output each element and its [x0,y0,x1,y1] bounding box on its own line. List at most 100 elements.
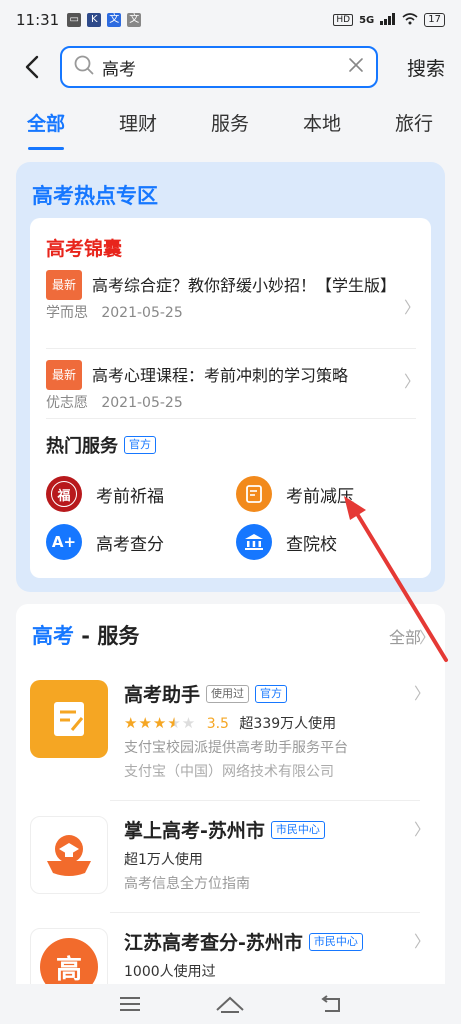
tab-finance[interactable]: 理财 [92,104,184,150]
battery-icon: 17 [424,13,445,27]
used-badge: 使用过 [206,684,250,703]
app-info: 高考助手 使用过 官方 ★★★★★ 3.5 超339万人使用 支付宝校园派提供高… [124,680,424,781]
divider [46,348,416,349]
search-box[interactable] [60,46,378,88]
search-button[interactable]: 搜索 [407,54,445,81]
tips-title: 高考锦囊 [46,238,123,260]
service-label: 考前祈福 [96,486,164,507]
back-button[interactable] [12,47,52,87]
exam-assistant-icon [30,680,108,758]
menu-button[interactable] [115,992,145,1016]
app-name: 掌上高考-苏州市 [124,820,265,842]
hot-services-header: 热门服务 官方 [46,432,156,458]
gaokao-hot-zone: 高考热点专区 高考锦囊 最新 高考综合症？教你舒缓小妙招！【学生版】 学而思 20… [16,162,445,592]
chevron-right-icon: 〉 [403,372,420,391]
signal-icon [380,12,396,28]
divider [110,912,420,913]
news-item[interactable]: 最新 高考综合症？教你舒缓小妙招！【学生版】 学而思 2021-05-25 〉 [46,270,420,322]
news-meta: 学而思 2021-05-25 [46,302,416,322]
app-description: 支付宝校园派提供高考助手服务平台 [124,740,348,756]
usage-count: 超339万人使用 [239,716,337,732]
message-icon: ▭ [67,13,82,27]
news-item[interactable]: 最新 高考心理课程：考前冲刺的学习策略 优志愿 2021-05-25 〉 [46,360,420,412]
app-info: 掌上高考-苏州市 市民中心 超1万人使用 高考信息全方位指南 [124,816,424,893]
search-icon [74,55,94,79]
citizen-center-badge: 市民中心 [308,932,363,951]
rating-value: 3.5 [206,716,229,732]
divider [46,418,416,419]
wifi-icon [402,12,418,28]
app-k-icon: K [87,13,102,27]
app-info: 江苏高考查分-苏州市 市民中心 1000人使用过 [124,928,424,981]
services-panel: 高考 - 服务 全部 〉 高考助手 使用过 官方 ★★★★★ 3.5 超339万… [16,604,445,984]
back-nav-button[interactable] [316,992,346,1016]
chevron-right-icon: 〉 [413,932,430,951]
menu-icon [120,997,141,1011]
status-bar: 11:31 ▭ K 文 文 HD 5G 17 [0,0,461,40]
fortune-icon: 福 [46,476,82,512]
chevron-left-icon [25,55,39,79]
news-source: 优志愿 [46,395,88,411]
app-name-line: 高考助手 使用过 官方 [124,680,424,707]
news-title: 高考心理课程：考前冲刺的学习策略 [92,366,349,385]
app-rating-line: ★★★★★ 3.5 超339万人使用 [124,713,424,733]
news-title-line: 最新 高考综合症？教你舒缓小妙招！【学生版】 [46,270,416,300]
citizen-center-badge: 市民中心 [270,820,325,839]
service-fortune[interactable]: 福 考前祈福 [46,476,164,512]
news-title-line: 最新 高考心理课程：考前冲刺的学习策略 [46,360,416,390]
chevron-right-icon: 〉 [403,298,420,317]
text-icon: 文 [127,13,142,27]
official-badge: 官方 [255,684,288,703]
service-university-check[interactable]: 查院校 [236,524,337,560]
service-score-check[interactable]: A+ 高考查分 [46,524,164,560]
divider [110,800,420,801]
translate-icon: 文 [107,13,122,27]
status-time: 11:31 [16,11,60,29]
network-label: 5G [359,14,375,26]
view-all-link[interactable]: 全部 [389,624,421,648]
app-name: 高考助手 [124,684,201,706]
panel-title: 高考 - 服务 [32,620,139,650]
search-row: 搜索 [0,44,461,90]
app-name-line: 江苏高考查分-苏州市 市民中心 [124,928,424,955]
news-meta: 优志愿 2021-05-25 [46,392,416,412]
hot-zone-card: 高考锦囊 最新 高考综合症？教你舒缓小妙招！【学生版】 学而思 2021-05-2… [30,218,431,578]
home-button[interactable] [215,992,245,1016]
home-icon [216,996,245,1013]
hd-icon: HD [333,14,354,26]
news-tag: 最新 [46,270,83,300]
graduation-cap-icon [30,816,108,894]
tab-local[interactable]: 本地 [276,104,368,150]
chevron-right-icon: 〉 [413,820,430,839]
search-input[interactable] [102,57,348,77]
university-icon [236,524,272,560]
app-provider: 支付宝（中国）网络技术有限公司 [124,764,334,780]
service-app-item[interactable]: 掌上高考-苏州市 市民中心 超1万人使用 高考信息全方位指南 〉 [30,816,430,906]
app-description: 高考信息全方位指南 [124,876,250,892]
system-nav-bar [0,984,461,1024]
hot-services-title: 热门服务 [46,436,118,457]
tab-services[interactable]: 服务 [184,104,276,150]
score-icon: A+ [46,524,82,560]
usage-count: 1000人使用过 [124,964,216,980]
tab-all[interactable]: 全部 [0,104,92,150]
panel-title-rest: - 服务 [74,624,140,648]
panel-title-keyword: 高考 [32,624,74,648]
hot-zone-title: 高考热点专区 [32,184,158,208]
official-badge: 官方 [124,436,156,454]
service-label: 查院校 [286,534,337,555]
exam-score-icon: 高 [30,928,108,984]
note-icon [236,476,272,512]
app-name: 江苏高考查分-苏州市 [124,932,303,954]
back-nav-icon [321,995,340,1012]
clear-icon[interactable] [348,57,364,77]
news-date: 2021-05-25 [101,395,183,411]
rating-stars: ★★★★★ [124,714,197,732]
tab-travel[interactable]: 旅行 [368,104,460,150]
service-app-item[interactable]: 高 江苏高考查分-苏州市 市民中心 1000人使用过 〉 [30,928,430,984]
service-stress-relief[interactable]: 考前减压 [236,476,354,512]
chevron-right-icon: 〉 [413,684,430,703]
app-name-line: 掌上高考-苏州市 市民中心 [124,816,424,843]
news-title: 高考综合症？教你舒缓小妙招！【学生版】 [92,276,397,295]
service-app-item[interactable]: 高考助手 使用过 官方 ★★★★★ 3.5 超339万人使用 支付宝校园派提供高… [30,680,430,790]
